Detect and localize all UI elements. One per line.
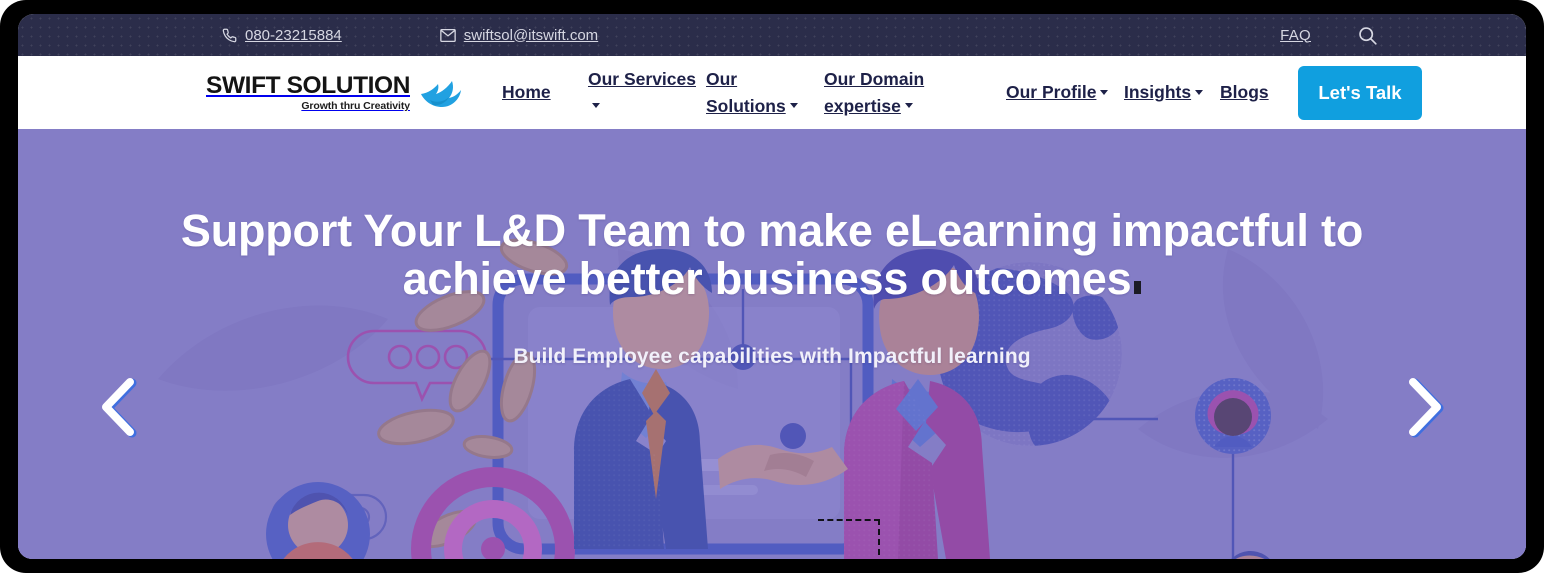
top-utility-bar: 080-23215884 swiftsol@itswift.com FAQ — [18, 14, 1526, 56]
nav-item-blogs-label: Blogs — [1220, 82, 1269, 102]
hero-banner: Support Your L&D Team to make eLearning … — [18, 129, 1526, 559]
chevron-down-icon — [1100, 89, 1109, 95]
email-link[interactable]: swiftsol@itswift.com — [439, 26, 599, 44]
main-navigation-bar: SWIFT SOLUTION Growth thru Creativity Ho… — [18, 56, 1526, 129]
hero-title: Support Your L&D Team to make eLearning … — [114, 207, 1430, 303]
envelope-icon — [439, 28, 456, 42]
email-address: swiftsol@itswift.com — [463, 26, 599, 44]
browser-window-frame: 080-23215884 swiftsol@itswift.com FAQ SW… — [0, 0, 1544, 573]
chevron-right-icon — [1403, 378, 1447, 442]
lets-talk-button[interactable]: Let's Talk — [1298, 65, 1422, 120]
phone-number: 080-23215884 — [245, 26, 342, 44]
carousel-next-button[interactable] — [1403, 377, 1447, 439]
hero-copy-block: Support Your L&D Team to make eLearning … — [18, 207, 1526, 369]
swallow-bird-icon — [418, 73, 464, 107]
nav-item-our-solutions[interactable]: Our Solutions — [706, 66, 824, 120]
page-viewport: 080-23215884 swiftsol@itswift.com FAQ SW… — [18, 14, 1526, 559]
top-bar-right-group: FAQ — [1280, 25, 1378, 46]
faq-link[interactable]: FAQ — [1280, 27, 1311, 44]
nav-item-our-services-label: Our Services — [588, 68, 696, 89]
nav-item-blogs[interactable]: Blogs — [1220, 79, 1290, 106]
search-icon[interactable] — [1357, 25, 1378, 46]
hero-subtitle: Build Employee capabilities with Impactf… — [513, 345, 1031, 368]
nav-item-home[interactable]: Home — [502, 79, 588, 106]
logo-tagline: Growth thru Creativity — [301, 100, 410, 112]
nav-item-our-domain-expertise[interactable]: Our Domain expertise — [824, 66, 1006, 120]
nav-item-our-domain-expertise-label: Our Domain expertise — [824, 68, 925, 116]
nav-item-home-label: Home — [502, 82, 551, 102]
nav-item-our-profile-label: Our Profile — [1006, 82, 1097, 102]
phone-link[interactable]: 080-23215884 — [222, 27, 342, 44]
carousel-prev-button[interactable] — [98, 377, 142, 439]
site-logo[interactable]: SWIFT SOLUTION Growth thru Creativity — [206, 71, 464, 112]
logo-text-block: SWIFT SOLUTION Growth thru Creativity — [206, 71, 410, 112]
nav-item-our-services[interactable]: Our Services — [588, 66, 706, 120]
chevron-down-icon — [904, 103, 913, 109]
phone-icon — [222, 28, 237, 43]
nav-item-our-profile[interactable]: Our Profile — [1006, 79, 1124, 106]
chevron-left-icon — [98, 378, 142, 442]
hero-title-text: Support Your L&D Team to make eLearning … — [180, 205, 1364, 304]
chevron-down-icon — [592, 103, 600, 109]
chevron-down-icon — [1195, 89, 1204, 95]
nav-menu: Home Our Services Our Solutions Our Doma… — [502, 66, 1290, 120]
nav-item-insights-label: Insights — [1124, 82, 1192, 102]
logo-title: SWIFT SOLUTION — [206, 71, 410, 99]
nav-item-insights[interactable]: Insights — [1124, 79, 1220, 106]
chevron-down-icon — [789, 103, 798, 109]
nav-item-our-solutions-label: Our Solutions — [706, 68, 786, 116]
text-cursor-marker — [1134, 281, 1142, 294]
selection-marquee-artifact — [818, 519, 880, 555]
